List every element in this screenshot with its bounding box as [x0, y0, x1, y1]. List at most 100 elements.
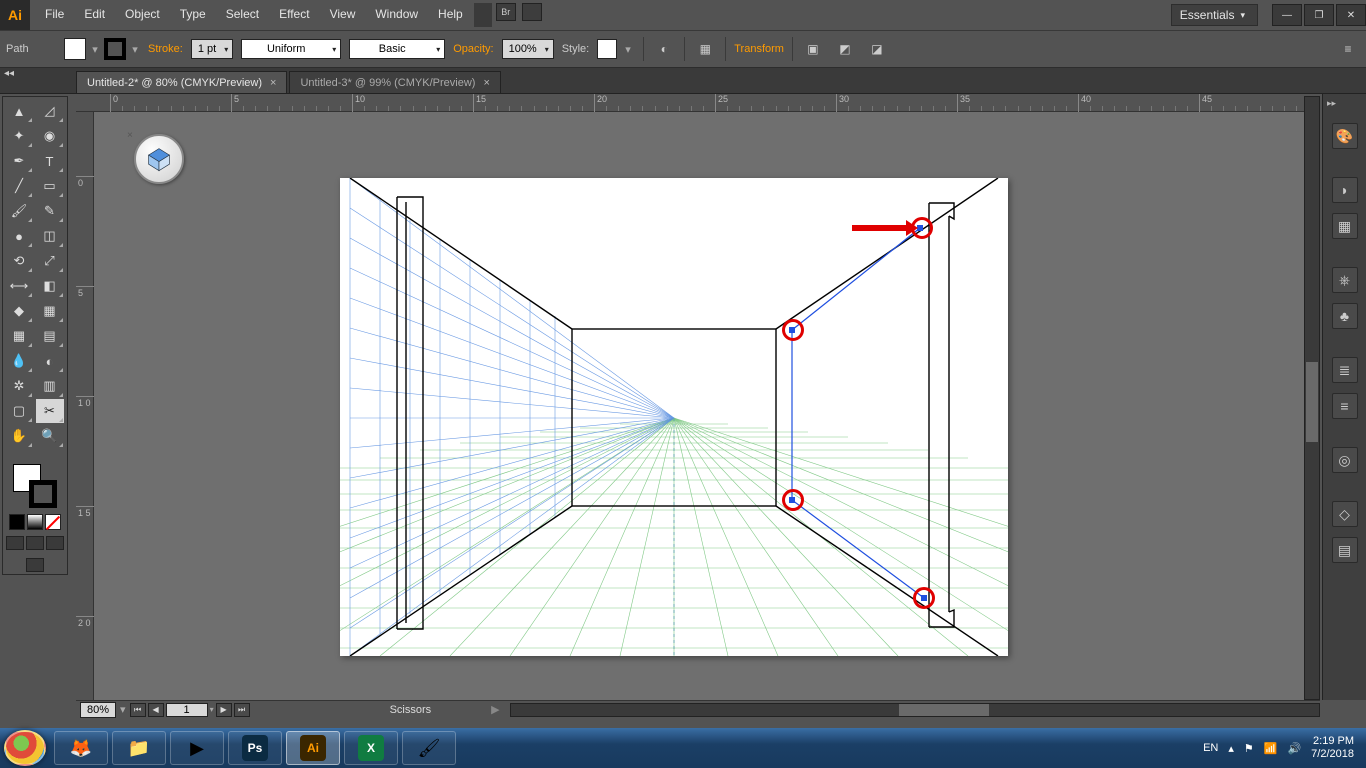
- action-center-icon[interactable]: ⚑: [1244, 742, 1254, 755]
- tool-width[interactable]: ⟷: [5, 274, 33, 298]
- next-artboard-button[interactable]: ▶: [216, 703, 232, 717]
- draw-mode-icon[interactable]: [46, 536, 64, 550]
- dock-panel-button[interactable]: ◇: [1332, 501, 1358, 527]
- tool-magic-wand[interactable]: ✦: [5, 124, 33, 148]
- dock-panel-button[interactable]: 🎨: [1332, 123, 1358, 149]
- color-mode-none[interactable]: [45, 514, 61, 530]
- dock-panel-button[interactable]: ⎈: [1332, 267, 1358, 293]
- taskbar-app-wmp[interactable]: ▶: [170, 731, 224, 765]
- screen-mode-normal[interactable]: [6, 536, 24, 550]
- zoom-field[interactable]: 80%: [80, 702, 116, 718]
- tool-rectangle[interactable]: ▭: [36, 174, 64, 198]
- taskbar-app-explorer[interactable]: 📁: [112, 731, 166, 765]
- taskbar-app-excel[interactable]: X: [344, 731, 398, 765]
- ruler-horizontal[interactable]: 05101520253035404550: [76, 94, 1320, 112]
- tool-type[interactable]: T: [36, 149, 64, 173]
- artboard[interactable]: [340, 178, 1008, 656]
- tool-zoom[interactable]: 🔍: [36, 424, 64, 448]
- isolate-icon[interactable]: ▣: [801, 37, 825, 61]
- tool-free-transform[interactable]: ◧: [36, 274, 64, 298]
- taskbar-app-firefox[interactable]: 🦊: [54, 731, 108, 765]
- ruler-vertical[interactable]: 051 01 52 0: [76, 112, 94, 700]
- tool-blend[interactable]: ◐: [36, 349, 64, 373]
- first-artboard-button[interactable]: ⏮: [130, 703, 146, 717]
- dock-expand-icon[interactable]: ▸▸: [1327, 98, 1336, 109]
- screen-mode-full[interactable]: [26, 536, 44, 550]
- document-tab-2[interactable]: Untitled-3* @ 99% (CMYK/Preview) ×: [289, 71, 500, 93]
- canvas-background[interactable]: ×: [94, 112, 1320, 700]
- tool-mesh[interactable]: ▦: [5, 324, 33, 348]
- tool-column-graph[interactable]: ▥: [36, 374, 64, 398]
- tool-hand[interactable]: ✋: [5, 424, 33, 448]
- color-mode-gradient[interactable]: [27, 514, 43, 530]
- tool-direct-select[interactable]: ◿: [36, 99, 64, 123]
- workspace-switcher[interactable]: Essentials: [1171, 4, 1258, 26]
- stroke-profile-dropdown[interactable]: Uniform: [241, 39, 341, 59]
- tool-eyedropper[interactable]: 💧: [5, 349, 33, 373]
- color-mode-solid[interactable]: [9, 514, 25, 530]
- tool-scale[interactable]: ⤢: [36, 249, 64, 273]
- dock-panel-button[interactable]: ▤: [1332, 537, 1358, 563]
- tool-eraser[interactable]: ◫: [36, 224, 64, 248]
- artboard-number-field[interactable]: 1: [166, 703, 208, 717]
- last-artboard-button[interactable]: ⏭: [234, 703, 250, 717]
- menu-object[interactable]: Object: [116, 3, 169, 27]
- volume-icon[interactable]: 🔊: [1287, 742, 1301, 755]
- recolor-icon[interactable]: ◐: [652, 37, 676, 61]
- taskbar-app-paint[interactable]: 🖌: [402, 731, 456, 765]
- edit-mask-icon[interactable]: ◪: [865, 37, 889, 61]
- prev-artboard-button[interactable]: ◀: [148, 703, 164, 717]
- opacity-label[interactable]: Opacity:: [453, 43, 493, 55]
- perspective-widget-close-icon[interactable]: ×: [127, 130, 137, 140]
- tool-perspective[interactable]: ▦: [36, 299, 64, 323]
- tool-pencil[interactable]: ✎: [36, 199, 64, 223]
- tool-blob[interactable]: ●: [5, 224, 33, 248]
- menu-select[interactable]: Select: [217, 3, 268, 27]
- fill-stroke-control[interactable]: [13, 464, 57, 508]
- menu-type[interactable]: Type: [171, 3, 215, 27]
- tool-lasso[interactable]: ◉: [36, 124, 64, 148]
- dock-panel-button[interactable]: ◎: [1332, 447, 1358, 473]
- dock-panel-button[interactable]: ◗: [1332, 177, 1358, 203]
- start-button[interactable]: [4, 730, 46, 766]
- menu-help[interactable]: Help: [429, 3, 472, 27]
- opacity-dropdown[interactable]: 100%: [502, 39, 554, 59]
- tray-chevron-icon[interactable]: ▴: [1228, 742, 1234, 755]
- dock-panel-button[interactable]: ♣: [1332, 303, 1358, 329]
- close-icon[interactable]: ×: [270, 77, 276, 89]
- tool-gradient[interactable]: ▤: [36, 324, 64, 348]
- network-icon[interactable]: 📶: [1264, 742, 1278, 755]
- tabstrip-collapse-icon[interactable]: ◂◂: [4, 68, 14, 79]
- system-tray[interactable]: EN ▴ ⚑ 📶 🔊 2:19 PM 7/2/2018: [1203, 735, 1362, 761]
- taskbar-app-photoshop[interactable]: Ps: [228, 731, 282, 765]
- options-overflow-icon[interactable]: ≡: [1336, 37, 1360, 61]
- vertical-scrollbar[interactable]: [1304, 96, 1320, 700]
- stroke-label[interactable]: Stroke:: [148, 43, 183, 55]
- align-icon[interactable]: ▦: [693, 37, 717, 61]
- tool-rotate[interactable]: ⟲: [5, 249, 33, 273]
- window-minimize[interactable]: —: [1272, 4, 1302, 26]
- arrange-docs-icon[interactable]: [522, 3, 542, 21]
- menu-file[interactable]: File: [36, 3, 73, 27]
- style-swatch[interactable]: [597, 39, 617, 59]
- edit-clip-icon[interactable]: ◩: [833, 37, 857, 61]
- tool-selection[interactable]: ▲: [5, 99, 33, 123]
- tool-paintbrush[interactable]: 🖌: [5, 199, 33, 223]
- screen-mode-button[interactable]: [26, 558, 44, 572]
- menu-edit[interactable]: Edit: [75, 3, 114, 27]
- menu-window[interactable]: Window: [366, 3, 427, 27]
- menu-view[interactable]: View: [321, 3, 365, 27]
- transform-link[interactable]: Transform: [734, 43, 784, 55]
- bridge-icon[interactable]: Br: [496, 3, 516, 21]
- tool-slice[interactable]: ✂: [36, 399, 64, 423]
- document-tab-1[interactable]: Untitled-2* @ 80% (CMYK/Preview) ×: [76, 71, 287, 93]
- window-maximize[interactable]: ❐: [1304, 4, 1334, 26]
- tool-line[interactable]: ╱: [5, 174, 33, 198]
- close-icon[interactable]: ×: [483, 77, 489, 89]
- tool-artboard[interactable]: ▢: [5, 399, 33, 423]
- window-close[interactable]: ✕: [1336, 4, 1366, 26]
- tool-symbol-spray[interactable]: ✲: [5, 374, 33, 398]
- dock-panel-button[interactable]: ≣: [1332, 357, 1358, 383]
- stroke-weight-dropdown[interactable]: 1 pt: [191, 39, 233, 59]
- language-indicator[interactable]: EN: [1203, 742, 1218, 754]
